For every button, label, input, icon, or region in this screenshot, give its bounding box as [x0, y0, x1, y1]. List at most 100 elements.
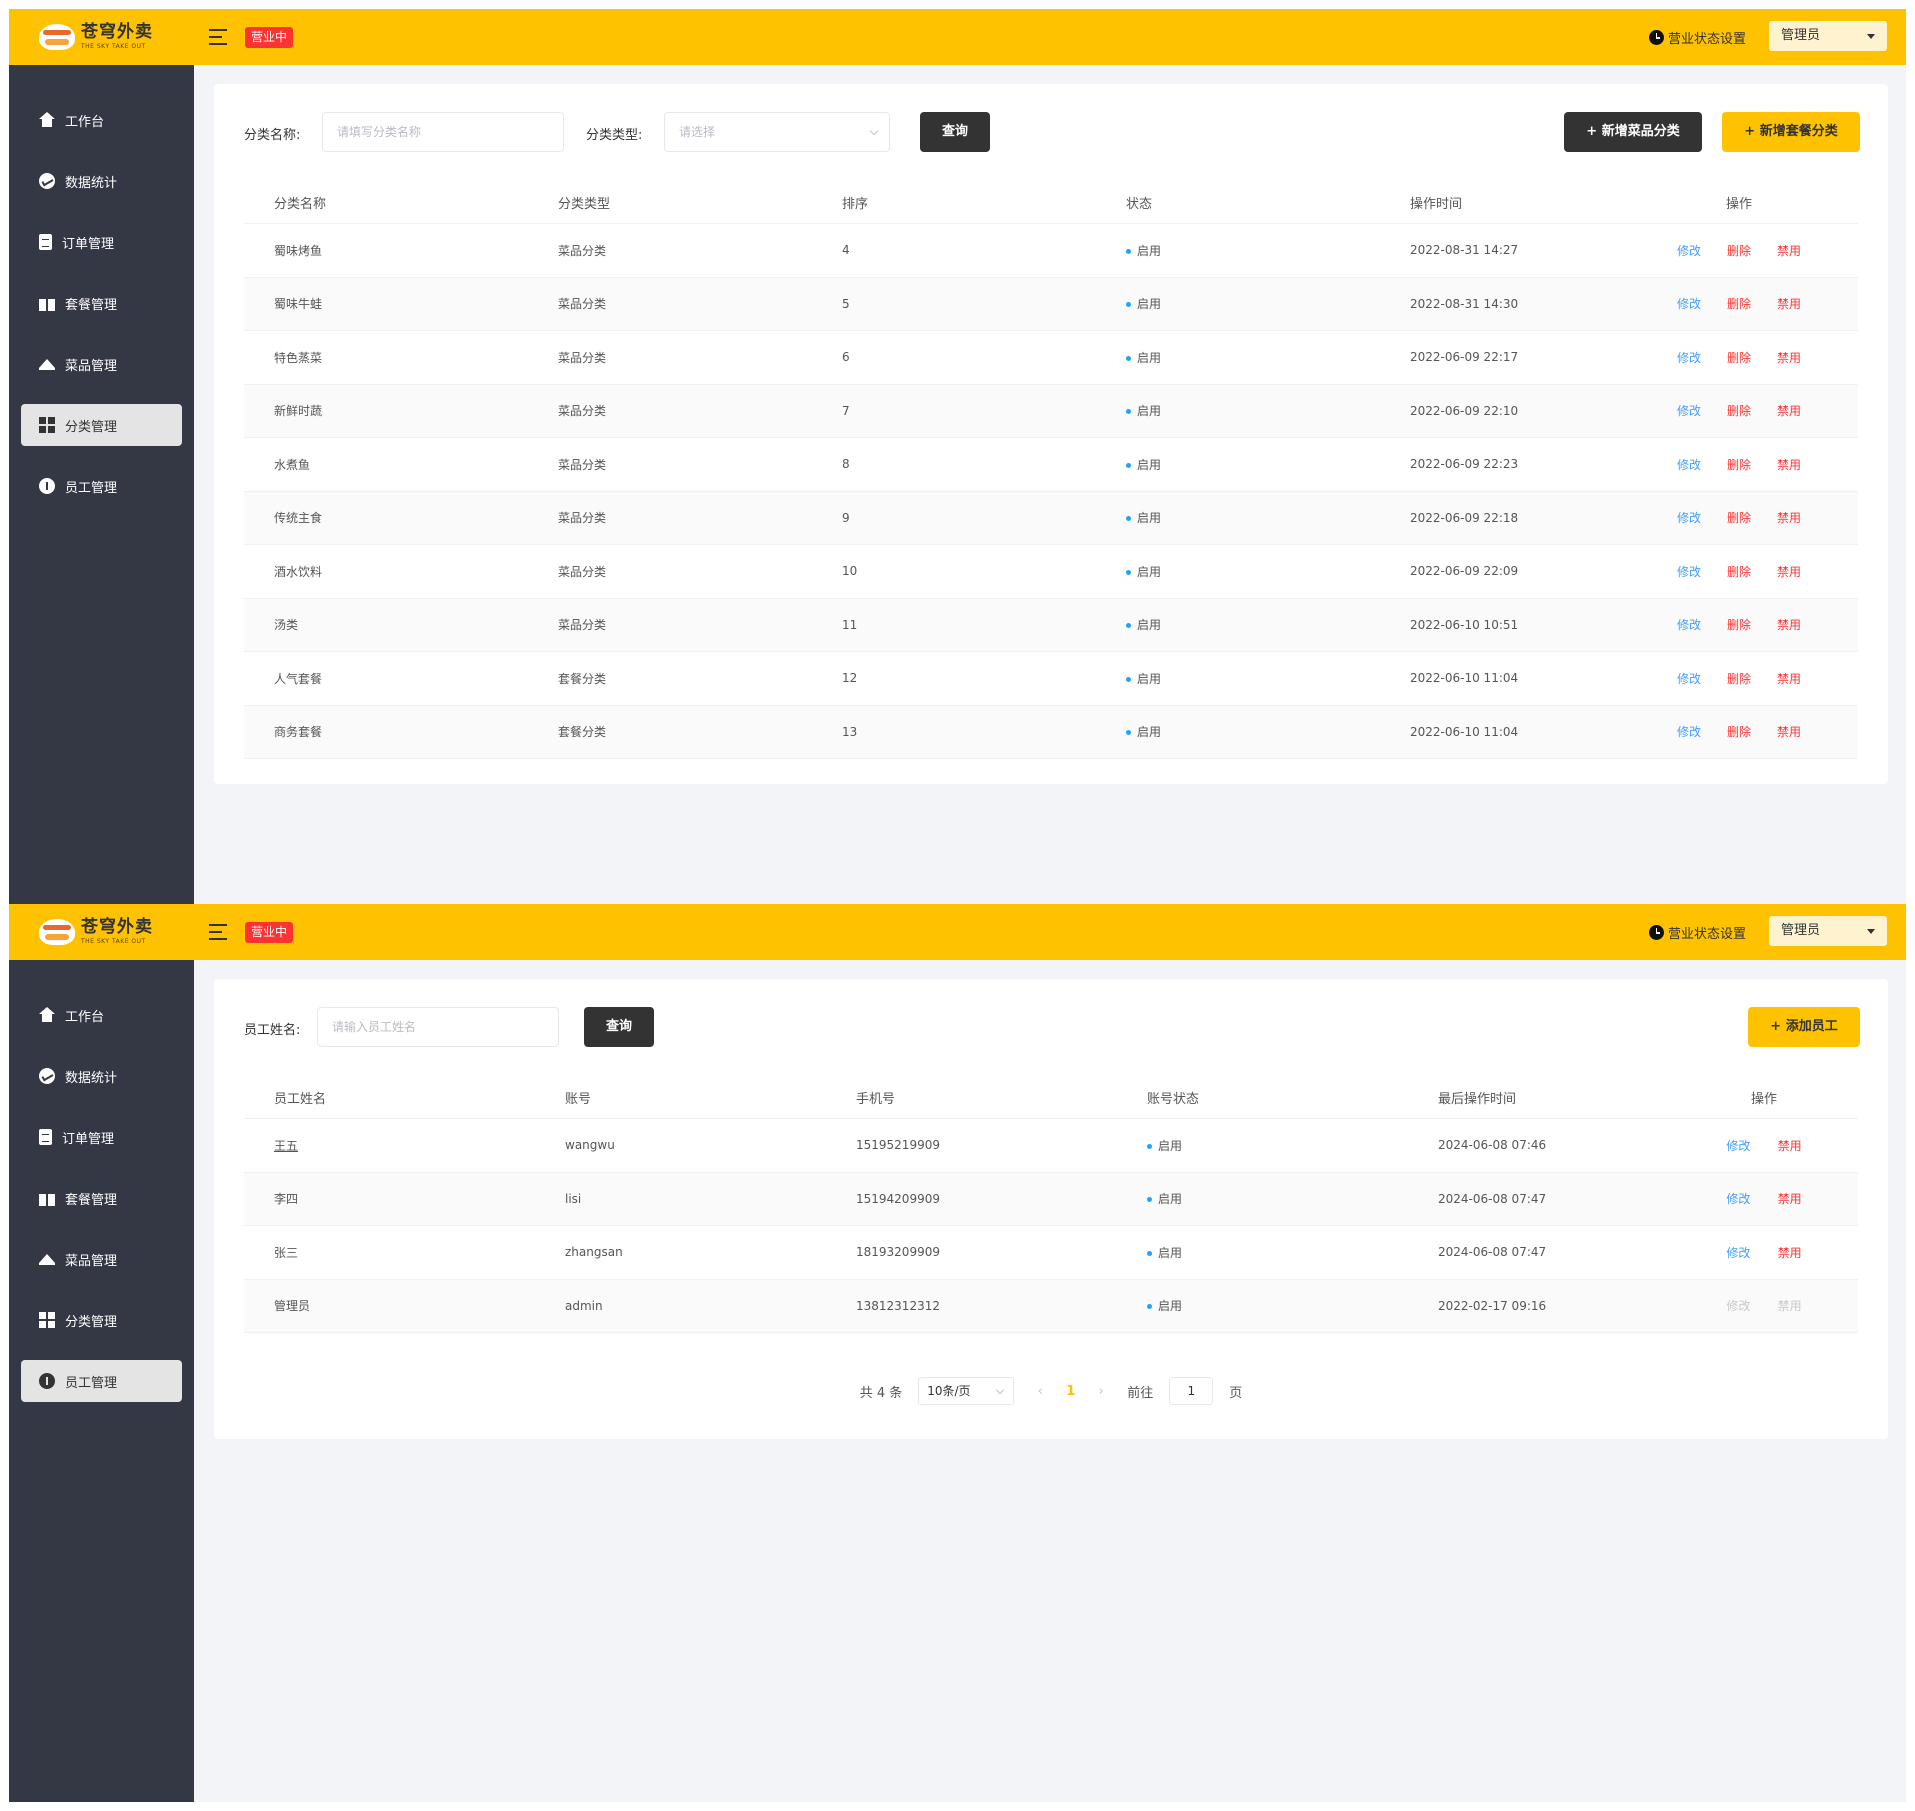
grid-icon	[39, 417, 55, 433]
edit-link[interactable]: 修改	[1677, 402, 1701, 419]
delete-link[interactable]: 删除	[1727, 242, 1751, 259]
sidebar-item-label: 菜品管理	[65, 358, 118, 374]
query-button[interactable]: 查询	[584, 1007, 654, 1047]
sidebar-item-dishes[interactable]: 菜品管理	[21, 1238, 182, 1280]
menu-toggle-icon[interactable]	[209, 924, 227, 940]
disable-link[interactable]: 禁用	[1777, 456, 1801, 473]
store-status-setting-button[interactable]: 营业状态设置	[1648, 923, 1746, 942]
sidebar-item-workbench[interactable]: 工作台	[21, 99, 182, 141]
status-cell: 启用	[1096, 456, 1380, 473]
edit-link[interactable]: 修改	[1726, 1137, 1750, 1154]
edit-link[interactable]: 修改	[1677, 349, 1701, 366]
category-type-select[interactable]: 请选择	[664, 112, 890, 152]
sidebar-item-employees[interactable]: 员工管理	[21, 465, 182, 507]
disable-link[interactable]: 禁用	[1778, 1244, 1802, 1261]
status-cell: 启用	[1096, 670, 1380, 687]
goto-page-input[interactable]: 1	[1169, 1377, 1214, 1405]
next-page-icon[interactable]: ›	[1091, 1384, 1111, 1399]
delete-link[interactable]: 删除	[1727, 402, 1751, 419]
category-type-cell: 套餐分类	[558, 671, 607, 686]
employee-name[interactable]: 王五	[274, 1139, 298, 1153]
edit-link[interactable]: 修改	[1677, 509, 1701, 526]
sidebar-item-combos[interactable]: 套餐管理	[21, 282, 182, 324]
disable-link[interactable]: 禁用	[1778, 1190, 1802, 1207]
sidebar-item-workbench[interactable]: 工作台	[21, 994, 182, 1036]
query-button[interactable]: 查询	[920, 112, 990, 152]
delete-link[interactable]: 删除	[1727, 456, 1751, 473]
sidebar-item-categories[interactable]: 分类管理	[21, 1299, 182, 1341]
disable-link[interactable]: 禁用	[1777, 723, 1801, 740]
edit-link[interactable]: 修改	[1726, 1244, 1750, 1261]
sidebar-item-dishes[interactable]: 菜品管理	[21, 343, 182, 385]
caret-down-icon	[1867, 34, 1875, 39]
add-employee-button[interactable]: + 添加员工	[1748, 1007, 1860, 1047]
column-header: 操作时间	[1410, 197, 1463, 212]
sidebar-item-combos[interactable]: 套餐管理	[21, 1177, 182, 1219]
edit-link[interactable]: 修改	[1677, 242, 1701, 259]
edit-link[interactable]: 修改	[1677, 670, 1701, 687]
edit-link[interactable]: 修改	[1677, 616, 1701, 633]
user-name: 管理员	[1781, 923, 1821, 938]
category-name-cell: 新鲜时蔬	[274, 404, 323, 419]
edit-link[interactable]: 修改	[1726, 1190, 1750, 1207]
delete-link[interactable]: 删除	[1727, 295, 1751, 312]
status-cell: 启用	[1096, 242, 1380, 259]
edit-link[interactable]: 修改	[1677, 295, 1701, 312]
delete-link[interactable]: 删除	[1727, 349, 1751, 366]
clipboard-icon	[39, 234, 52, 250]
status-text: 启用	[1137, 243, 1162, 258]
sidebar-item-employees[interactable]: 员工管理	[21, 1360, 182, 1402]
disable-link[interactable]: 禁用	[1777, 563, 1801, 580]
delete-link[interactable]: 删除	[1727, 509, 1751, 526]
edit-link[interactable]: 修改	[1677, 723, 1701, 740]
status-dot-icon	[1147, 1143, 1152, 1149]
status-text: 启用	[1137, 457, 1162, 472]
column-header: 分类类型	[558, 197, 611, 212]
sidebar-item-orders[interactable]: 订单管理	[21, 1116, 182, 1158]
prev-page-icon[interactable]: ‹	[1030, 1384, 1050, 1399]
delete-link[interactable]: 删除	[1727, 723, 1751, 740]
employee-name-input[interactable]: 请输入员工姓名	[317, 1007, 559, 1047]
edit-link[interactable]: 修改	[1677, 456, 1701, 473]
logo: 苍穹外卖 THE SKY TAKE OUT	[39, 19, 169, 55]
sidebar-item-statistics[interactable]: 数据统计	[21, 160, 182, 202]
add-dish-category-button[interactable]: + 新增菜品分类	[1564, 112, 1702, 152]
sidebar-item-statistics[interactable]: 数据统计	[21, 1055, 182, 1097]
page-size-value: 10条/页	[927, 1384, 971, 1398]
menu-toggle-icon[interactable]	[209, 29, 227, 45]
disable-link[interactable]: 禁用	[1777, 349, 1801, 366]
status-cell: 启用	[1117, 1297, 1408, 1314]
user-menu[interactable]: 管理员	[1769, 916, 1887, 946]
add-combo-category-button[interactable]: + 新增套餐分类	[1722, 112, 1860, 152]
actions-cell: 修改 删除 禁用	[1664, 295, 1814, 312]
sidebar-item-label: 员工管理	[65, 1375, 118, 1391]
update-time-cell: 2024-06-08 07:46	[1438, 1138, 1547, 1153]
category-name-input[interactable]: 请填写分类名称	[322, 112, 564, 152]
status-cell: 启用	[1096, 563, 1380, 580]
disable-link[interactable]: 禁用	[1777, 295, 1801, 312]
store-status-setting-button[interactable]: 营业状态设置	[1648, 28, 1746, 47]
update-time-cell: 2022-06-09 22:09	[1410, 564, 1519, 579]
edit-link[interactable]: 修改	[1677, 563, 1701, 580]
actions-cell: 修改 删除 禁用	[1664, 563, 1814, 580]
sidebar-item-orders[interactable]: 订单管理	[21, 221, 182, 263]
disable-link[interactable]: 禁用	[1777, 670, 1801, 687]
delete-link[interactable]: 删除	[1727, 563, 1751, 580]
column-header: 操作	[1725, 197, 1752, 212]
disable-link[interactable]: 禁用	[1777, 616, 1801, 633]
disable-link[interactable]: 禁用	[1777, 242, 1801, 259]
sidebar-item-label: 工作台	[65, 114, 105, 130]
status-cell: 启用	[1117, 1137, 1408, 1154]
page-number[interactable]: 1	[1066, 1384, 1075, 1399]
disable-link[interactable]: 禁用	[1777, 509, 1801, 526]
disable-link[interactable]: 禁用	[1778, 1137, 1802, 1154]
disable-link[interactable]: 禁用	[1777, 402, 1801, 419]
delete-link[interactable]: 删除	[1727, 616, 1751, 633]
delete-link[interactable]: 删除	[1727, 670, 1751, 687]
sidebar-item-categories[interactable]: 分类管理	[21, 404, 182, 446]
page-size-select[interactable]: 10条/页	[918, 1377, 1015, 1405]
status-cell: 启用	[1096, 349, 1380, 366]
brand-name: 苍穹外卖	[81, 22, 153, 42]
user-name: 管理员	[1781, 28, 1821, 43]
user-menu[interactable]: 管理员	[1769, 21, 1887, 51]
